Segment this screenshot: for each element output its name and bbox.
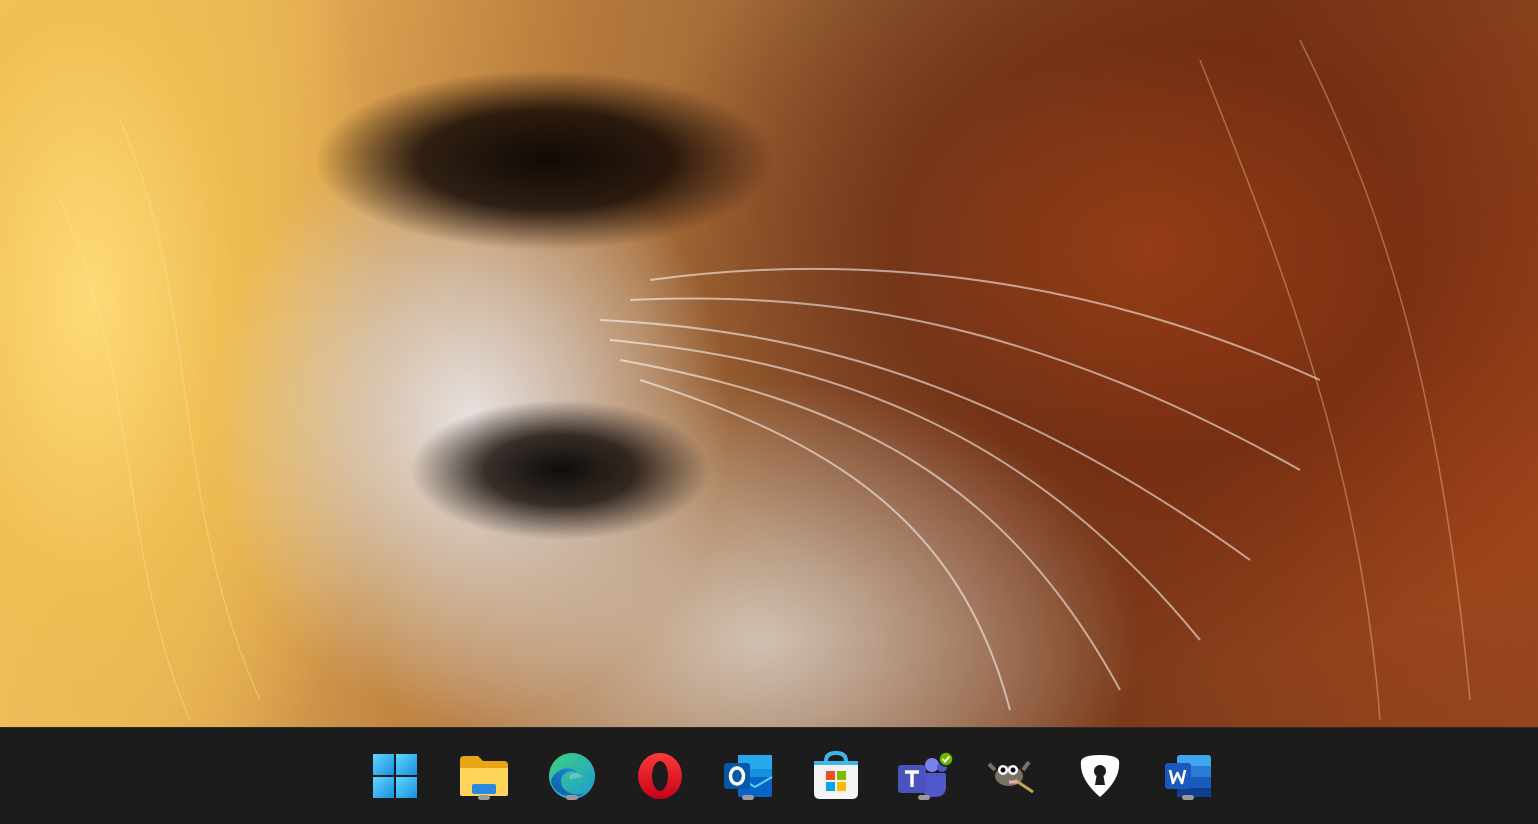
- windows-logo-icon: [373, 754, 417, 798]
- desktop-wallpaper: [0, 0, 1538, 727]
- taskbar: [0, 727, 1538, 824]
- microsoft-store-icon: [814, 751, 858, 799]
- opera-browser-button[interactable]: [628, 744, 692, 808]
- gimp-button[interactable]: [980, 744, 1044, 808]
- running-indicator: [742, 795, 754, 800]
- running-indicator: [918, 795, 930, 800]
- edge-browser-button[interactable]: [540, 744, 604, 808]
- password-manager-button[interactable]: [1068, 744, 1132, 808]
- outlook-mail-button[interactable]: [716, 744, 780, 808]
- word-document-icon: [1165, 755, 1211, 797]
- teams-icon: [898, 751, 954, 797]
- running-indicator: [478, 795, 490, 800]
- running-indicator: [566, 795, 578, 800]
- running-indicator: [1182, 795, 1194, 800]
- edge-browser-icon: [549, 753, 595, 799]
- start-button[interactable]: [363, 744, 427, 808]
- opera-browser-icon: [638, 753, 682, 799]
- file-explorer-button[interactable]: [452, 744, 516, 808]
- gimp-icon: [987, 760, 1034, 794]
- word-document-button[interactable]: [1156, 744, 1220, 808]
- microsoft-store-button[interactable]: [804, 744, 868, 808]
- keyhole-shield-icon: [1080, 755, 1120, 797]
- teams-button[interactable]: [892, 744, 956, 808]
- outlook-mail-icon: [724, 755, 773, 797]
- folder-icon: [460, 756, 508, 796]
- lion-wallpaper-art: [59, 39, 1471, 721]
